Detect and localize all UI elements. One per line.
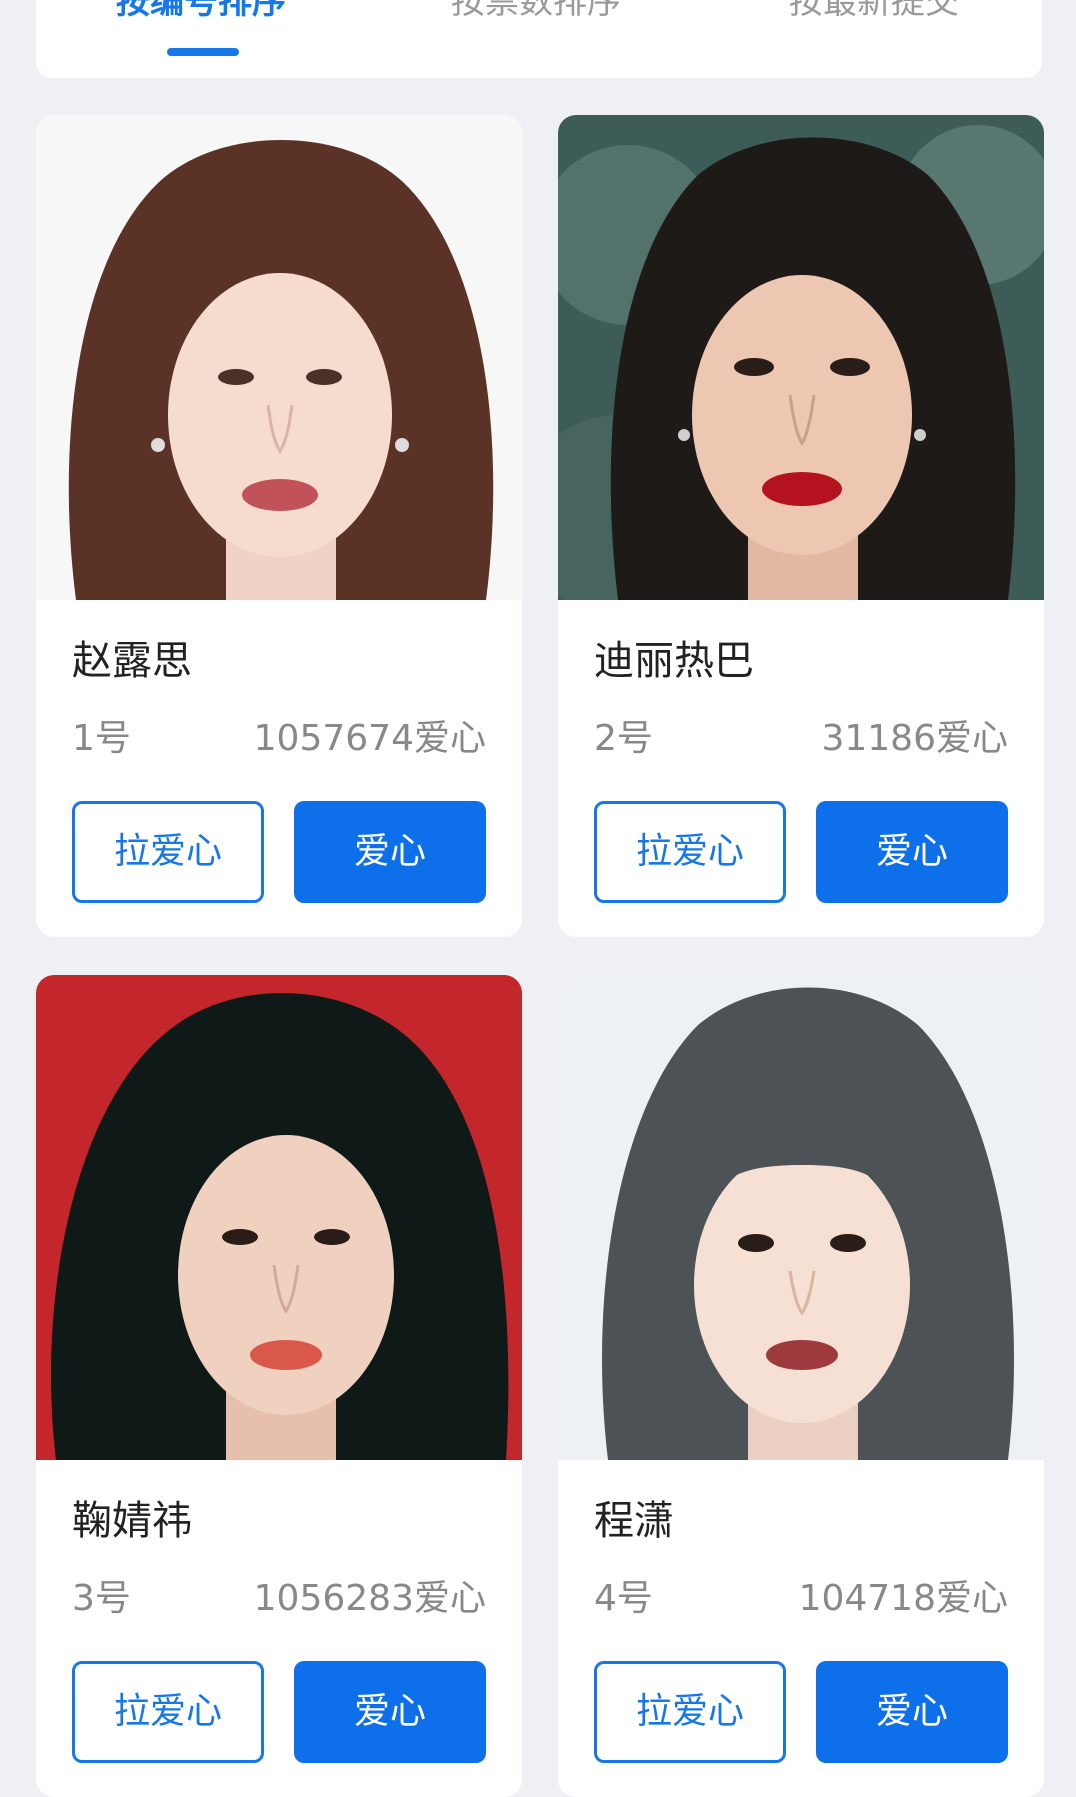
tab-sort-by-latest[interactable]: 按最新提交 <box>706 0 1042 78</box>
tab-label: 按票数排序 <box>451 0 621 22</box>
candidate-number: 3号 <box>72 1578 131 1619</box>
candidate-name: 鞠婧祎 <box>72 1498 192 1544</box>
candidate-name: 赵露思 <box>72 638 192 684</box>
vote-button[interactable]: 爱心 <box>294 801 486 903</box>
tab-sort-by-votes[interactable]: 按票数排序 <box>371 0 701 78</box>
vote-button[interactable]: 爱心 <box>816 801 1008 903</box>
candidate-votes: 1057674爱心 <box>253 718 486 759</box>
candidate-votes: 104718爱心 <box>798 1578 1008 1619</box>
tab-label: 按最新提交 <box>789 0 959 22</box>
candidate-number: 2号 <box>594 718 653 759</box>
candidate-card: 鞠婧祎 3号 1056283爱心 拉爱心 爱心 <box>36 975 522 1797</box>
vote-button[interactable]: 爱心 <box>294 1661 486 1763</box>
candidate-number: 1号 <box>72 718 131 759</box>
pull-votes-button[interactable]: 拉爱心 <box>72 801 264 903</box>
candidate-photo[interactable] <box>558 115 1044 600</box>
candidate-photo[interactable] <box>36 115 522 600</box>
pull-votes-button[interactable]: 拉爱心 <box>594 1661 786 1763</box>
active-tab-indicator <box>167 48 239 56</box>
vote-button[interactable]: 爱心 <box>816 1661 1008 1763</box>
candidate-number: 4号 <box>594 1578 653 1619</box>
candidate-name: 程潇 <box>594 1498 674 1544</box>
tab-label: 按编号排序 <box>116 0 286 22</box>
candidate-photo[interactable] <box>36 975 522 1460</box>
candidate-photo[interactable] <box>558 975 1044 1460</box>
candidate-card: 程潇 4号 104718爱心 拉爱心 爱心 <box>558 975 1044 1797</box>
tab-sort-by-number[interactable]: 按编号排序 <box>36 0 366 78</box>
pull-votes-button[interactable]: 拉爱心 <box>594 801 786 903</box>
candidate-votes: 1056283爱心 <box>253 1578 486 1619</box>
pull-votes-button[interactable]: 拉爱心 <box>72 1661 264 1763</box>
candidate-card: 赵露思 1号 1057674爱心 拉爱心 爱心 <box>36 115 522 937</box>
candidate-name: 迪丽热巴 <box>594 638 754 684</box>
candidate-votes: 31186爱心 <box>821 718 1008 759</box>
sort-tabs: 按编号排序 按票数排序 按最新提交 <box>36 0 1042 78</box>
candidate-card: 迪丽热巴 2号 31186爱心 拉爱心 爱心 <box>558 115 1044 937</box>
